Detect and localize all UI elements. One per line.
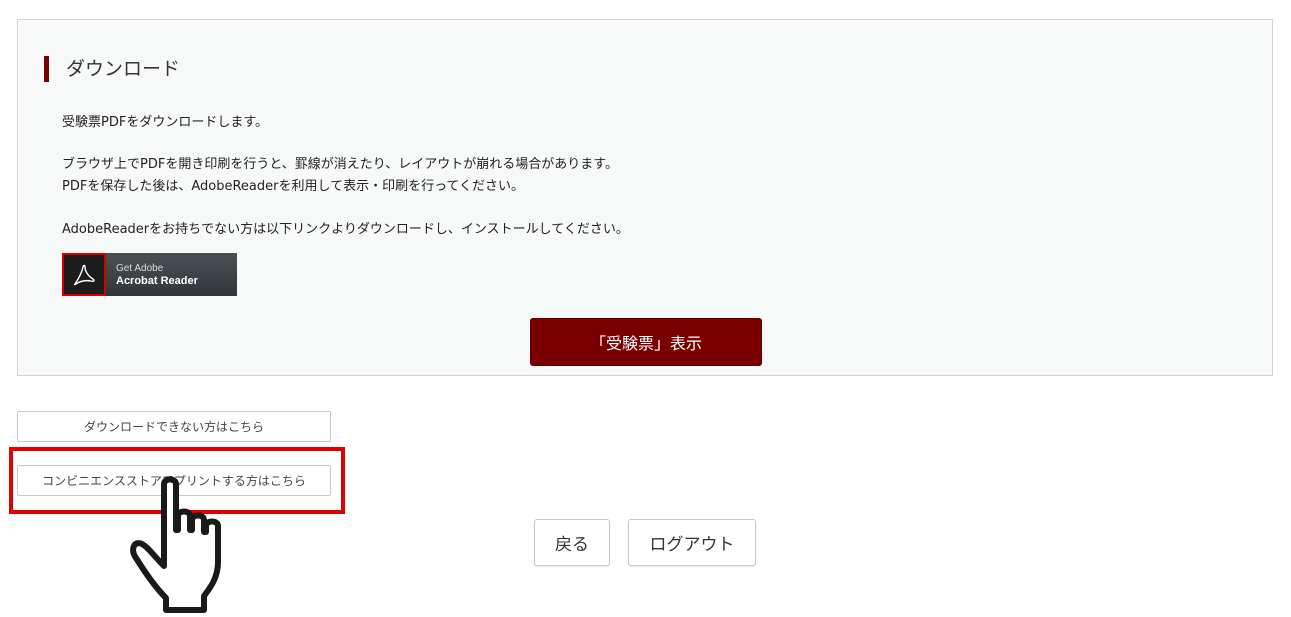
show-exam-ticket-button[interactable]: 「受験票」表示 [530,318,762,366]
back-button[interactable]: 戻る [534,519,610,566]
download-description: 受験票PDFをダウンロードします。 [62,115,269,130]
section-title: ダウンロード [44,56,180,82]
adobe-reader-instruction: AdobeReaderをお持ちでない方は以下リンクよりダウンロードし、インストー… [62,222,629,237]
get-adobe-reader-link[interactable]: Get Adobe Acrobat Reader [62,253,237,296]
adobe-badge-line1: Get Adobe [116,262,164,274]
adobe-badge-line2: Acrobat Reader [116,274,198,287]
download-panel: ダウンロード 受験票PDFをダウンロードします。 ブラウザ上でPDFを開き印刷を… [17,19,1273,376]
cannot-download-button[interactable]: ダウンロードできない方はこちら [17,411,331,442]
browser-print-warning: ブラウザ上でPDFを開き印刷を行うと、罫線が消えたり、レイアウトが崩れる場合があ… [62,157,618,172]
logout-button[interactable]: ログアウト [628,519,756,566]
save-pdf-instruction: PDFを保存した後は、AdobeReaderを利用して表示・印刷を行ってください… [62,179,525,194]
hand-pointer-icon [130,476,221,613]
acrobat-icon [62,253,106,296]
